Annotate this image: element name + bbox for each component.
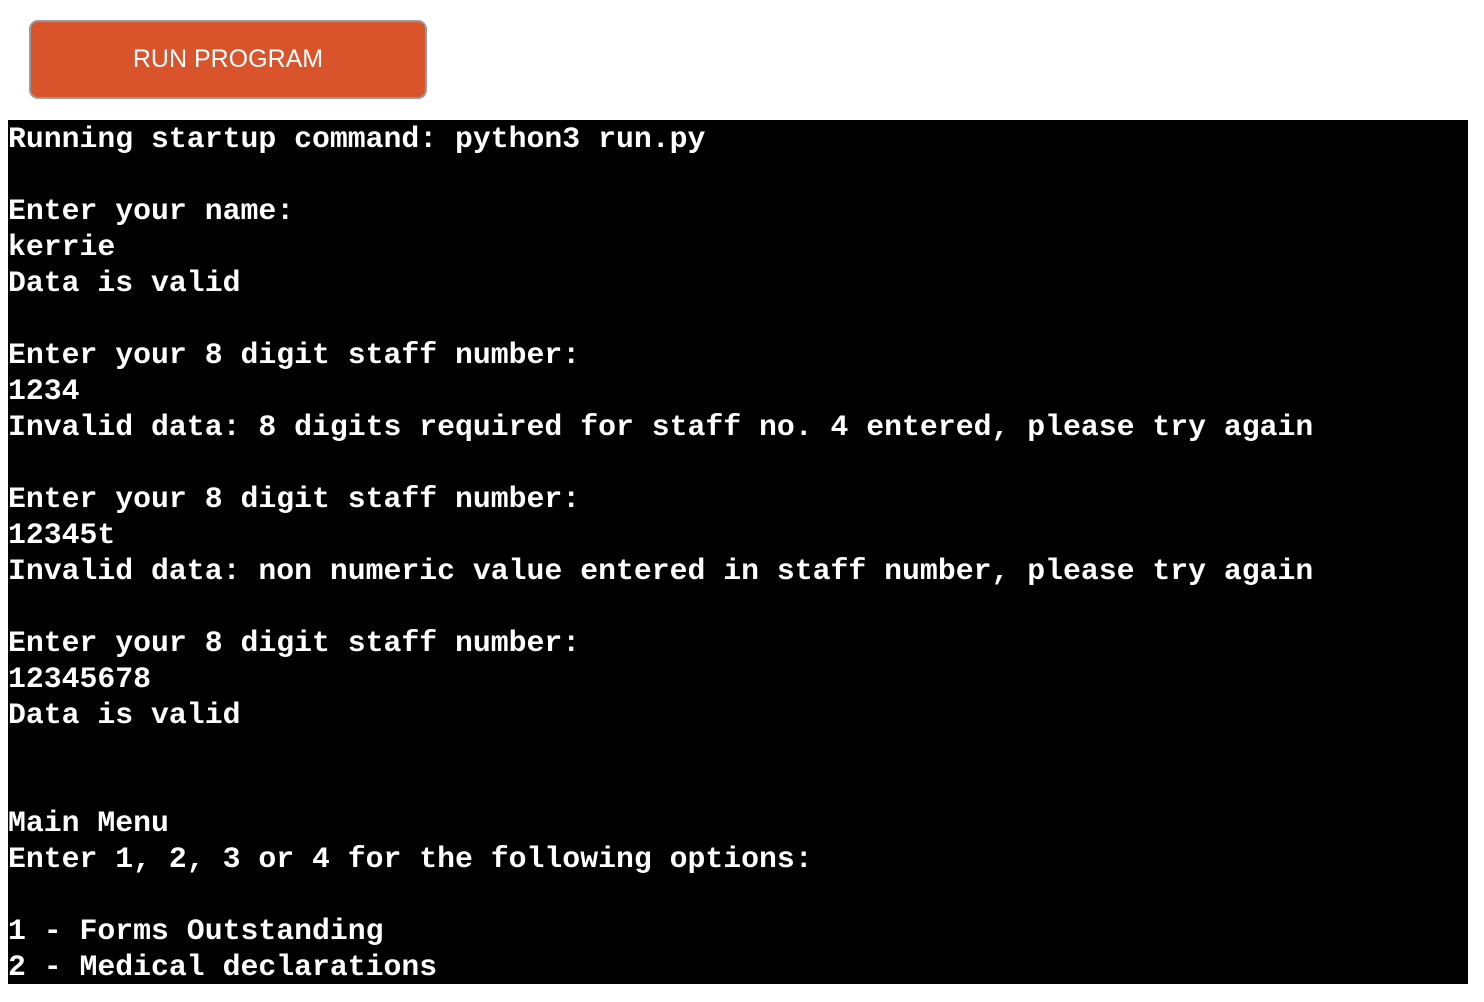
terminal-line: Enter your name: [8,194,295,228]
terminal-line: 1 - Forms Outstanding [8,914,384,948]
terminal-line: Invalid data: 8 digits required for staf… [8,410,1314,444]
terminal-line: Enter 1, 2, 3 or 4 for the following opt… [8,842,813,876]
terminal-line: Data is valid [8,698,241,732]
terminal-line: Running startup command: python3 run.py [8,122,706,156]
terminal-line: 12345t [8,518,116,552]
terminal-line: Invalid data: non numeric value entered … [8,554,1314,588]
terminal-line: 2 - Medical declarations [8,950,438,984]
run-program-button[interactable]: RUN PROGRAM [29,20,427,99]
terminal-line: 12345678 [8,662,152,696]
terminal-line: Enter your 8 digit staff number: [8,338,581,372]
terminal-line: Enter your 8 digit staff number: [8,626,581,660]
terminal-line: Data is valid [8,266,241,300]
terminal-line: 1234 [8,374,80,408]
terminal-output[interactable]: Running startup command: python3 run.py … [8,120,1468,984]
terminal-line: Main Menu [8,806,169,840]
terminal-line: kerrie [8,230,116,264]
terminal-line: Enter your 8 digit staff number: [8,482,581,516]
